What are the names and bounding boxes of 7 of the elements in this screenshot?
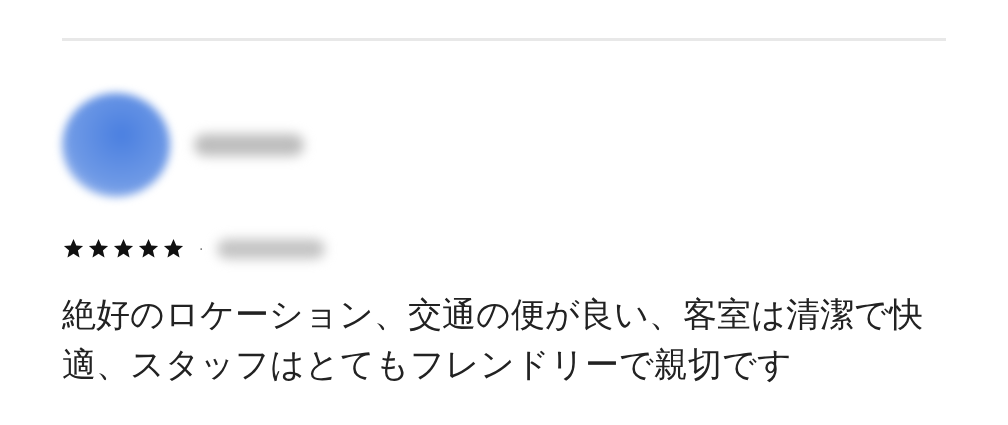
separator-dot: · (199, 240, 204, 257)
review-text: 絶好のロケーション、交通の便が良い、客室は清潔で快適、スタッフはとてもフレンドリーで親切です (62, 294, 924, 386)
star-icon (112, 237, 135, 260)
star-icon (62, 237, 85, 260)
star-icon (137, 237, 160, 260)
star-icon (87, 237, 110, 260)
star-icon (162, 237, 185, 260)
